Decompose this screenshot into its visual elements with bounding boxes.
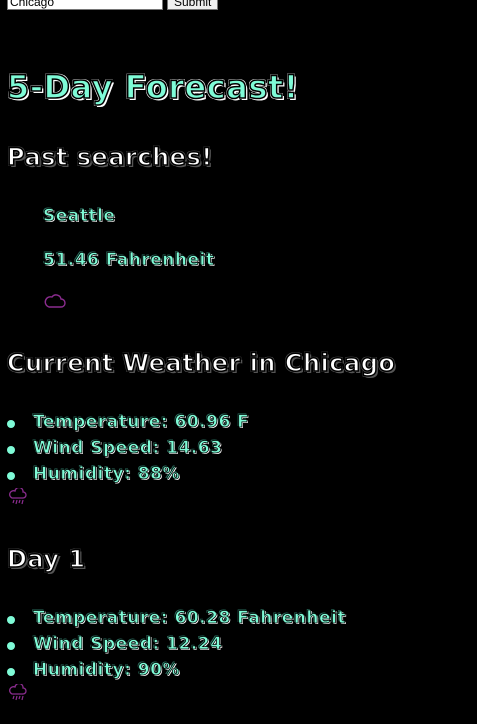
search-form: Submit bbox=[7, 0, 219, 10]
day-1-heading: Day 1 bbox=[6, 544, 86, 574]
current-weather-heading: Current Weather in Chicago bbox=[6, 348, 396, 378]
city-search-input[interactable] bbox=[7, 0, 163, 10]
page-title: 5-Day Forecast! bbox=[6, 67, 299, 107]
bullet-icon bbox=[7, 420, 15, 428]
past-searches-heading: Past searches! bbox=[6, 142, 213, 172]
bullet-icon bbox=[7, 616, 15, 624]
day-1-temperature: Temperature: 60.28 Fahrenheit bbox=[33, 608, 346, 629]
day-1-humidity: Humidity: 90% bbox=[33, 660, 180, 681]
bullet-icon bbox=[7, 446, 15, 454]
rain-cloud-icon bbox=[9, 488, 27, 505]
rain-cloud-icon bbox=[9, 684, 27, 701]
bullet-icon bbox=[7, 668, 15, 676]
day-1-wind-speed: Wind Speed: 12.24 bbox=[33, 634, 223, 655]
bullet-icon bbox=[7, 472, 15, 480]
past-search-city[interactable]: Seattle bbox=[43, 206, 116, 227]
bullet-icon bbox=[7, 642, 15, 650]
past-search-temperature: 51.46 Fahrenheit bbox=[43, 250, 215, 271]
current-wind-speed: Wind Speed: 14.63 bbox=[33, 438, 223, 459]
cloud-icon bbox=[44, 294, 66, 308]
current-temperature: Temperature: 60.96 F bbox=[33, 412, 250, 433]
current-humidity: Humidity: 88% bbox=[33, 464, 180, 485]
submit-button[interactable]: Submit bbox=[167, 0, 219, 10]
